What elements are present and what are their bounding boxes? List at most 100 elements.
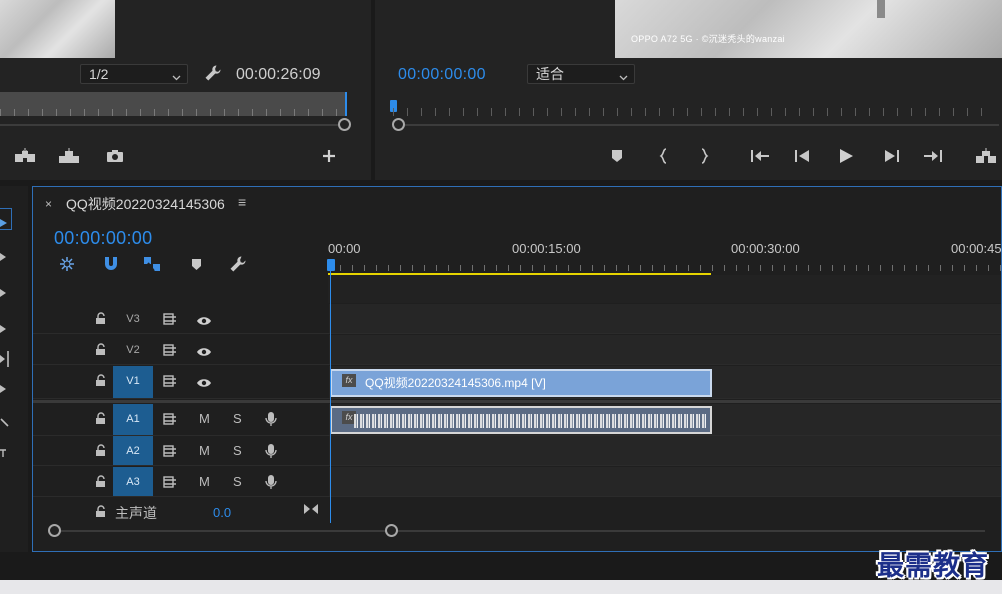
video-audio-divider[interactable] <box>33 400 1001 403</box>
timeline-playhead[interactable] <box>327 259 335 271</box>
microphone-icon[interactable] <box>265 474 277 493</box>
microphone-icon[interactable] <box>265 411 277 430</box>
lock-icon[interactable] <box>95 412 106 428</box>
eye-icon[interactable] <box>196 345 212 360</box>
source-time-ruler[interactable] <box>0 92 347 116</box>
mark-out-icon[interactable] <box>693 145 715 167</box>
track-lane[interactable] <box>329 304 1001 333</box>
track-lane[interactable] <box>329 335 1001 364</box>
timeline-zoom-handle-left[interactable] <box>48 524 61 537</box>
timeline-zoom-handle-right[interactable] <box>385 524 398 537</box>
razor-tool-icon[interactable] <box>0 322 8 337</box>
sync-lock-icon[interactable] <box>163 375 177 390</box>
program-zoom-handle[interactable] <box>392 118 405 131</box>
ruler-ticks <box>328 265 1002 271</box>
empty-track-area <box>328 275 1001 303</box>
lock-icon[interactable] <box>95 374 106 390</box>
track-label-v3[interactable]: V3 <box>113 304 153 333</box>
step-forward-icon[interactable] <box>881 145 903 167</box>
linked-selection-icon[interactable] <box>143 255 161 273</box>
video-clip[interactable]: fx QQ视频20220324145306.mp4 [V] <box>330 369 712 397</box>
microphone-icon[interactable] <box>265 443 277 462</box>
source-zoom-scrollbar[interactable] <box>0 124 345 126</box>
fx-badge: fx <box>342 374 356 387</box>
timeline-panel: × QQ视频20220324145306 ≡ 00:00:00:00 00:00… <box>32 186 1002 552</box>
track-label-v1[interactable]: V1 <box>113 366 153 398</box>
lock-icon[interactable] <box>95 444 106 460</box>
source-zoom-handle[interactable] <box>338 118 351 131</box>
track-v2: V2 <box>33 335 1001 365</box>
sync-lock-icon[interactable] <box>163 344 177 359</box>
sync-lock-icon[interactable] <box>163 313 177 328</box>
pen-tool-icon[interactable] <box>0 382 8 397</box>
mute-button[interactable]: M <box>199 404 210 434</box>
add-marker-icon[interactable] <box>606 145 628 167</box>
lock-icon[interactable] <box>95 475 106 491</box>
lock-icon[interactable] <box>95 505 106 521</box>
timeline-scrollbar[interactable] <box>55 530 985 532</box>
insert-icon[interactable] <box>14 145 36 167</box>
audio-clip[interactable]: fx <box>330 406 712 434</box>
play-icon[interactable] <box>835 145 857 167</box>
video-watermark-text: OPPO A72 5G · ©沉迷秃头的wanzai <box>631 34 785 44</box>
slip-tool-icon[interactable] <box>0 350 10 371</box>
camera-icon[interactable] <box>104 145 126 167</box>
mute-button[interactable]: M <box>199 436 210 466</box>
mark-in-icon[interactable] <box>653 145 675 167</box>
sync-lock-icon[interactable] <box>163 413 177 428</box>
track-select-tool-icon[interactable] <box>0 250 8 265</box>
eye-icon[interactable] <box>196 314 212 329</box>
timeline-timecode[interactable]: 00:00:00:00 <box>54 228 152 249</box>
master-volume-value[interactable]: 0.0 <box>213 505 231 520</box>
program-timecode[interactable]: 00:00:00:00 <box>398 66 486 84</box>
timeline-ruler[interactable]: 00:00 00:00:15:00 00:00:30:00 00:00:45 <box>328 237 1002 276</box>
playback-resolution-dropdown[interactable]: 1/2 <box>80 64 188 84</box>
source-preview-frame <box>0 0 115 58</box>
step-back-icon[interactable] <box>791 145 813 167</box>
snap-magnet-icon[interactable] <box>103 255 119 273</box>
source-timecode[interactable]: 00:00:26:09 <box>236 66 321 84</box>
track-lane[interactable] <box>329 467 1001 496</box>
ripple-edit-tool-icon[interactable] <box>0 286 8 301</box>
lock-icon[interactable] <box>95 343 106 359</box>
playback-resolution-value: 1/2 <box>89 66 109 82</box>
wrench-icon[interactable] <box>229 255 247 273</box>
sync-lock-icon[interactable] <box>163 476 177 491</box>
playhead-line <box>330 271 331 523</box>
overwrite-icon[interactable] <box>58 145 80 167</box>
sequence-tab-title[interactable]: QQ视频20220324145306 <box>66 194 225 214</box>
sync-lock-icon[interactable] <box>163 445 177 460</box>
zoom-fit-dropdown[interactable]: 适合 <box>527 64 635 84</box>
solo-button[interactable]: S <box>233 467 242 497</box>
selection-tool-icon[interactable] <box>0 215 8 230</box>
type-tool-icon[interactable] <box>0 446 8 461</box>
go-to-edit-point-icon[interactable] <box>303 503 319 518</box>
add-marker-icon[interactable] <box>191 258 202 271</box>
nest-icon[interactable] <box>58 255 76 273</box>
track-label-a2[interactable]: A2 <box>113 436 153 465</box>
close-tab-button[interactable]: × <box>45 197 52 211</box>
wrench-icon[interactable] <box>204 64 222 82</box>
track-lane[interactable] <box>329 436 1001 465</box>
ruler-label: 00:00:45 <box>951 241 1002 256</box>
track-label-a3[interactable]: A3 <box>113 467 153 496</box>
chevron-down-icon <box>172 68 181 81</box>
go-to-in-icon[interactable] <box>749 145 771 167</box>
program-preview-frame: OPPO A72 5G · ©沉迷秃头的wanzai <box>615 0 1002 58</box>
source-playhead[interactable] <box>345 92 347 116</box>
lift-icon[interactable] <box>975 145 997 167</box>
mute-button[interactable]: M <box>199 467 210 497</box>
hand-tool-icon[interactable] <box>0 418 10 433</box>
go-to-out-icon[interactable] <box>922 145 944 167</box>
solo-button[interactable]: S <box>233 404 242 434</box>
track-label-a1[interactable]: A1 <box>113 404 153 435</box>
eye-icon[interactable] <box>196 376 212 391</box>
panel-menu-button[interactable]: ≡ <box>238 194 246 210</box>
lock-icon[interactable] <box>95 312 106 328</box>
program-zoom-scrollbar[interactable] <box>399 124 999 126</box>
plus-icon[interactable] <box>318 145 340 167</box>
program-time-ruler[interactable] <box>393 108 993 116</box>
source-monitor: 1/2 00:00:26:09 <box>0 0 371 180</box>
solo-button[interactable]: S <box>233 436 242 466</box>
track-label-v2[interactable]: V2 <box>113 335 153 364</box>
